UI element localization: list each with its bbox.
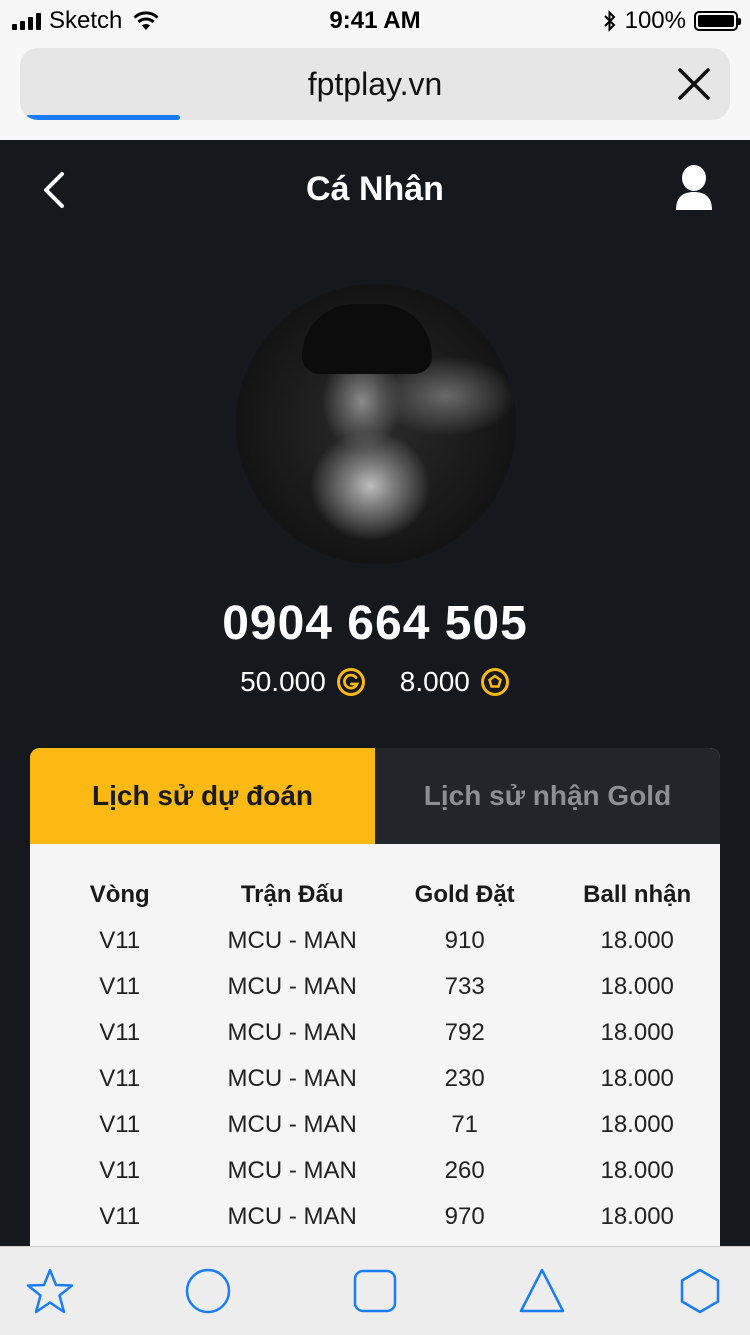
bluetooth-icon: [603, 10, 616, 32]
close-icon[interactable]: [674, 64, 714, 104]
table-header-row: Vòng Trận Đấu Gold Đặt Ball nhận: [30, 872, 720, 918]
cell-ball: 18.000: [600, 1019, 674, 1046]
url-text[interactable]: fptplay.vn: [20, 66, 730, 103]
header-match: Trận Đấu: [240, 881, 344, 908]
cell-gold: 230: [444, 1065, 485, 1092]
cell-gold: 792: [444, 1019, 485, 1046]
history-card: Lịch sử dự đoán Lịch sử nhận Gold Vòng T…: [30, 748, 720, 1268]
battery-icon: [694, 11, 741, 31]
gold-value: 50.000: [240, 666, 326, 697]
cell-ball: 18.000: [600, 927, 674, 954]
cell-gold: 71: [451, 1111, 479, 1138]
cell-ball: 18.000: [600, 1065, 674, 1092]
table-row: V11 MCU - MAN 230 18.000: [30, 1056, 720, 1102]
soccer-ball-icon: [480, 668, 509, 696]
cell-round: V11: [99, 1019, 141, 1046]
tab-prediction-history[interactable]: Lịch sử dự đoán: [30, 748, 375, 844]
cell-round: V11: [99, 1157, 141, 1184]
header-round: Vòng: [89, 881, 150, 908]
cell-round: V11: [99, 1065, 141, 1092]
cell-round: V11: [99, 1111, 141, 1138]
cell-ball: 18.000: [600, 973, 674, 1000]
gold-balance: 50.000: [240, 666, 366, 698]
header-ball-received: Ball nhận: [583, 881, 692, 908]
table-row: V11 MCU - MAN 733 18.000: [30, 964, 720, 1010]
cell-round: V11: [99, 1203, 141, 1230]
phone-number: 0904 664 505: [222, 597, 528, 650]
url-field[interactable]: fptplay.vn: [20, 48, 730, 120]
square-icon[interactable]: [351, 1267, 399, 1315]
ball-balance: 8.000: [400, 666, 510, 698]
avatar: [236, 284, 516, 564]
history-table: Vòng Trận Đấu Gold Đặt Ball nhận V11 MCU…: [30, 872, 720, 1240]
cell-match: MCU - MAN: [227, 1065, 357, 1092]
cell-ball: 18.000: [600, 1203, 674, 1230]
status-bar: Sketch 9:41 AM 100%: [0, 0, 750, 40]
hexagon-icon[interactable]: [676, 1267, 724, 1315]
cell-gold: 970: [444, 1203, 485, 1230]
history-tabs: Lịch sử dự đoán Lịch sử nhận Gold: [30, 748, 720, 844]
page-title: Cá Nhân: [306, 170, 444, 208]
cell-ball: 18.000: [600, 1111, 674, 1138]
cell-match: MCU - MAN: [227, 973, 357, 1000]
table-row: V11 MCU - MAN 792 18.000: [30, 1010, 720, 1056]
header-gold-bet: Gold Đặt: [414, 881, 515, 908]
table-row: V11 MCU - MAN 260 18.000: [30, 1148, 720, 1194]
cell-match: MCU - MAN: [227, 1157, 357, 1184]
cell-match: MCU - MAN: [227, 1019, 357, 1046]
ball-value: 8.000: [399, 666, 470, 697]
table-row: V11 MCU - MAN 970 18.000: [30, 1194, 720, 1240]
cell-match: MCU - MAN: [227, 1203, 357, 1230]
cell-gold: 910: [444, 927, 485, 954]
bottom-toolbar: [0, 1246, 750, 1335]
circle-icon[interactable]: [184, 1267, 232, 1315]
cell-ball: 18.000: [600, 1157, 674, 1184]
user-icon[interactable]: [674, 164, 714, 212]
status-right: 100%: [603, 7, 741, 35]
page-load-progress: [26, 115, 180, 120]
cell-gold: 260: [444, 1157, 485, 1184]
star-icon[interactable]: [26, 1267, 74, 1315]
avatar-hat: [302, 304, 432, 374]
battery-percent: 100%: [624, 7, 686, 34]
balances: 50.000 8.000: [0, 666, 750, 698]
browser-bar: fptplay.vn: [0, 40, 750, 140]
table-row: V11 MCU - MAN 71 18.000: [30, 1102, 720, 1148]
cell-round: V11: [99, 973, 141, 1000]
cell-round: V11: [99, 927, 141, 954]
gold-coin-icon: [336, 668, 365, 696]
cell-gold: 733: [444, 973, 485, 1000]
triangle-icon[interactable]: [518, 1267, 566, 1315]
nav-header: Cá Nhân: [0, 140, 750, 240]
cell-match: MCU - MAN: [227, 927, 357, 954]
cell-match: MCU - MAN: [227, 1111, 357, 1138]
table-row: V11 MCU - MAN 910 18.000: [30, 918, 720, 964]
tab-gold-history[interactable]: Lịch sử nhận Gold: [375, 748, 720, 844]
